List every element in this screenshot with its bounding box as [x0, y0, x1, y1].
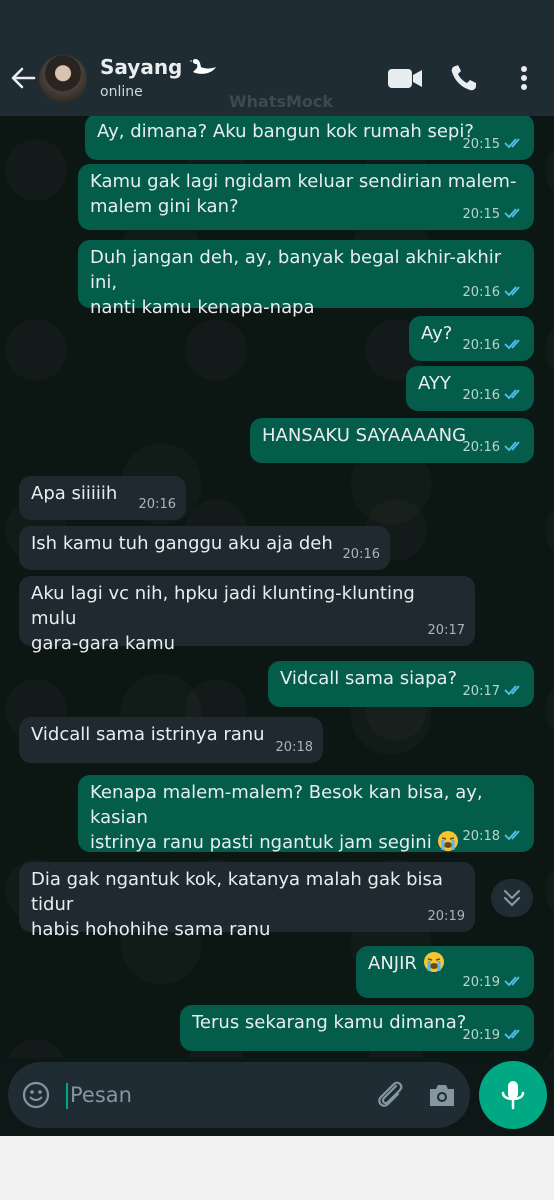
- message-time: 20:16: [462, 440, 500, 455]
- message-time: 20:18: [275, 740, 313, 755]
- phone-icon[interactable]: [448, 60, 480, 96]
- contact-status: online: [100, 84, 143, 100]
- message-meta: 20:15: [463, 132, 524, 157]
- message-meta: 20:16: [343, 542, 380, 567]
- double-chevron-down-icon[interactable]: [491, 879, 533, 917]
- chat-header: Sayang online WhatsMock: [0, 42, 554, 116]
- mic-icon: [501, 1081, 525, 1110]
- loudly-crying-face-emoji: [438, 831, 459, 851]
- whatsapp-chat-screen: Sayang online WhatsMock Ay, dimana? Aku …: [0, 0, 554, 1136]
- double-check-read-icon: [504, 208, 520, 219]
- message-text: Vidcall sama istrinya ranu: [31, 724, 265, 745]
- outgoing-message-bubble[interactable]: Ay, dimana? Aku bangun kok rumah sepi? 2…: [85, 116, 534, 160]
- message-text: Duh jangan deh, ay, banyak begal akhir-a…: [90, 247, 502, 318]
- message-time: 20:16: [342, 547, 380, 562]
- message-meta: 20:15: [463, 202, 524, 227]
- double-check-read-icon: [504, 138, 520, 149]
- message-meta: 20:19: [463, 970, 524, 995]
- camera-icon[interactable]: [427, 1081, 457, 1109]
- more-vert-icon[interactable]: [514, 60, 534, 96]
- message-text: Ay, dimana? Aku bangun kok rumah sepi?: [97, 121, 474, 142]
- double-check-read-icon: [504, 1029, 520, 1040]
- message-text: Aku lagi vc nih, hpku jadi klunting-klun…: [31, 583, 415, 654]
- outgoing-message-bubble[interactable]: Duh jangan deh, ay, banyak begal akhir-a…: [78, 240, 534, 318]
- message-text-content: ANJIR: [368, 953, 417, 974]
- message-meta: 20:19: [428, 904, 465, 929]
- mic-button[interactable]: [479, 1061, 547, 1129]
- text-caret: [66, 1083, 68, 1109]
- contact-avatar[interactable]: [39, 55, 87, 103]
- outgoing-message-bubble[interactable]: AYY 20:16: [406, 366, 534, 411]
- message-meta: 20:16: [463, 435, 524, 460]
- message-time: 20:18: [462, 829, 500, 844]
- video-call-icon[interactable]: [386, 60, 424, 96]
- outgoing-message-bubble[interactable]: Terus sekarang kamu dimana? 20:19: [180, 1005, 534, 1051]
- contact-name[interactable]: Sayang: [100, 55, 219, 79]
- double-check-read-icon: [504, 339, 520, 350]
- message-time: 20:19: [462, 1028, 500, 1043]
- message-meta: 20:16: [463, 280, 524, 305]
- double-check-read-icon: [504, 976, 520, 987]
- chat-messages-area[interactable]: Ay, dimana? Aku bangun kok rumah sepi? 2…: [0, 116, 554, 1058]
- incoming-message-bubble[interactable]: Dia gak ngantuk kok, katanya malah gak b…: [19, 862, 475, 940]
- message-meta: 20:18: [463, 824, 524, 849]
- message-meta: 20:19: [463, 1023, 524, 1048]
- message-composer: [8, 1062, 470, 1128]
- incoming-message-bubble[interactable]: Aku lagi vc nih, hpku jadi klunting-klun…: [19, 576, 475, 654]
- attach-icon[interactable]: [374, 1078, 406, 1112]
- message-text-content: Kenapa malem-malem? Besok kan bisa, ay, …: [90, 782, 483, 853]
- back-arrow-icon[interactable]: [10, 64, 36, 92]
- message-time: 20:17: [462, 684, 500, 699]
- message-time: 20:16: [138, 497, 176, 512]
- message-meta: 20:17: [463, 679, 524, 704]
- outgoing-message-bubble[interactable]: ANJIR 20:19: [356, 946, 534, 998]
- message-meta: 20:16: [463, 333, 524, 358]
- message-meta: 20:18: [276, 735, 313, 760]
- message-input[interactable]: [70, 1080, 370, 1110]
- message-time: 20:19: [462, 975, 500, 990]
- outgoing-message-bubble[interactable]: Ay? 20:16: [409, 316, 534, 361]
- message-time: 20:17: [427, 623, 465, 638]
- message-time: 20:15: [462, 207, 500, 222]
- message-time: 20:16: [462, 338, 500, 353]
- status-bar: [0, 0, 554, 42]
- message-meta: 20:17: [428, 618, 465, 643]
- double-check-read-icon: [504, 830, 520, 841]
- outgoing-message-bubble[interactable]: HANSAKU SAYAAAANG 20:16: [250, 418, 534, 463]
- emoji-icon[interactable]: [22, 1081, 50, 1109]
- incoming-message-bubble[interactable]: Vidcall sama istrinya ranu 20:18: [19, 717, 323, 763]
- double-check-read-icon: [504, 441, 520, 452]
- double-check-read-icon: [504, 389, 520, 400]
- message-text: Kamu gak lagi ngidam keluar sendirian ma…: [90, 171, 517, 217]
- message-time: 20:16: [462, 285, 500, 300]
- watermark: WhatsMock: [229, 92, 334, 111]
- message-meta: 20:16: [463, 383, 524, 408]
- message-time: 20:19: [427, 909, 465, 924]
- message-meta: 20:16: [139, 492, 176, 517]
- double-check-read-icon: [504, 286, 520, 297]
- incoming-message-bubble[interactable]: Ish kamu tuh ganggu aku aja deh 20:16: [19, 526, 390, 570]
- contact-name-text: Sayang: [100, 55, 183, 79]
- incoming-message-bubble[interactable]: Apa siiiiih 20:16: [19, 476, 186, 520]
- double-check-read-icon: [504, 685, 520, 696]
- message-text: Kenapa malem-malem? Besok kan bisa, ay, …: [90, 780, 522, 855]
- outgoing-message-bubble[interactable]: Kenapa malem-malem? Besok kan bisa, ay, …: [78, 775, 534, 855]
- message-text: Dia gak ngantuk kok, katanya malah gak b…: [31, 869, 443, 940]
- loudly-crying-face-emoji: [423, 952, 444, 972]
- outgoing-message-bubble[interactable]: Vidcall sama siapa? 20:17: [268, 661, 534, 707]
- swan-emoji: [189, 59, 217, 74]
- message-time: 20:15: [462, 137, 500, 152]
- message-text: Ish kamu tuh ganggu aku aja deh: [31, 533, 333, 554]
- outgoing-message-bubble[interactable]: Kamu gak lagi ngidam keluar sendirian ma…: [78, 164, 534, 230]
- message-time: 20:16: [462, 388, 500, 403]
